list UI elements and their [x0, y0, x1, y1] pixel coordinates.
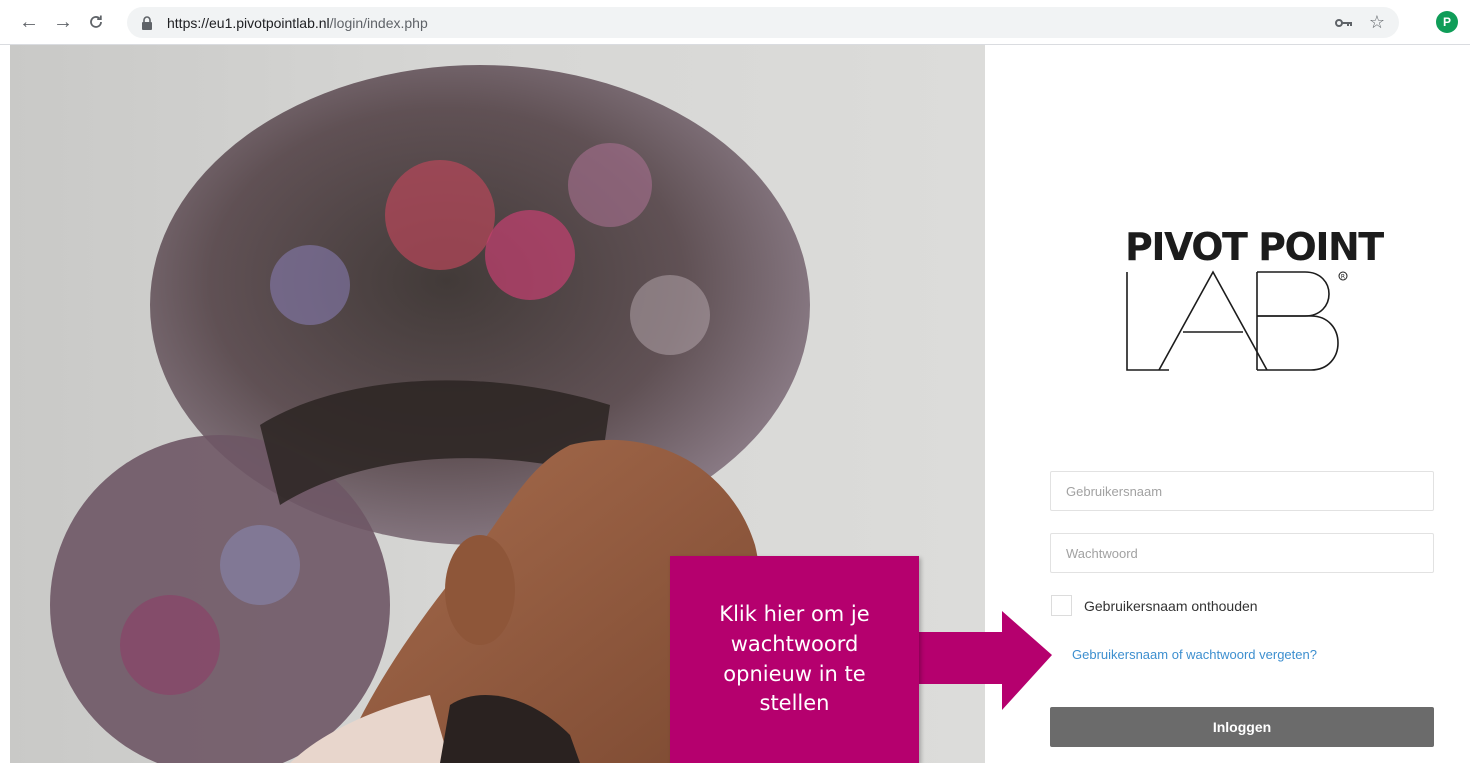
remember-username-checkbox[interactable]	[1051, 595, 1072, 616]
logo: PIVOT POINT R	[1125, 225, 1384, 376]
annotation-callout: Klik hier om je wachtwoord opnieuw in te…	[670, 556, 919, 763]
forgot-credentials-link[interactable]: Gebruikersnaam of wachtwoord vergeten?	[1072, 647, 1317, 662]
login-panel: PIVOT POINT R Gebruikersnaam Gebruikersn…	[985, 45, 1470, 763]
password-input[interactable]	[1050, 533, 1434, 573]
logo-wordmark: PIVOT POINT	[1125, 225, 1384, 269]
browser-toolbar: ← → https://eu1.pivotpointlab.nl/login/i…	[0, 0, 1470, 45]
url-domain: https://eu1.pivotpointlab.nl	[167, 14, 330, 31]
username-input[interactable]	[1050, 471, 1434, 511]
left-margin	[0, 45, 10, 763]
address-bar[interactable]: https://eu1.pivotpointlab.nl/login/index…	[127, 7, 1399, 38]
key-icon[interactable]	[1335, 7, 1353, 38]
login-button[interactable]: Inloggen	[1050, 707, 1434, 747]
avatar[interactable]: P	[1436, 11, 1458, 33]
remember-username-row: Gebruikersnaam onthouden	[1051, 595, 1258, 616]
lock-icon	[141, 15, 155, 30]
star-icon[interactable]: ☆	[1369, 7, 1385, 38]
reload-icon[interactable]	[83, 9, 109, 35]
arrow-right-icon[interactable]: →	[50, 9, 76, 35]
remember-username-label: Gebruikersnaam onthouden	[1084, 597, 1258, 614]
logo-lab-mark: R	[1126, 270, 1348, 371]
url-path: /login/index.php	[329, 14, 428, 31]
svg-text:R: R	[1341, 274, 1345, 281]
arrow-left-icon[interactable]: ←	[16, 9, 42, 35]
